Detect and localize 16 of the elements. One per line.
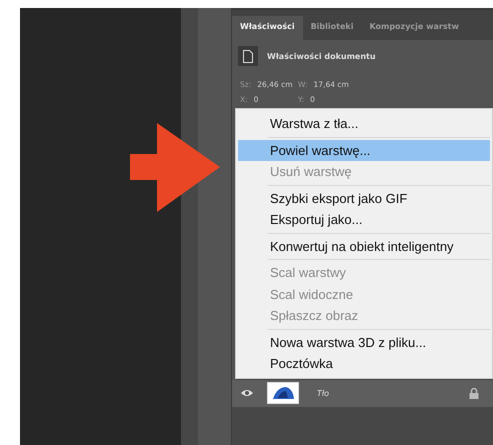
eye-icon[interactable] [241, 389, 253, 397]
layer-row[interactable]: Tło [232, 380, 493, 406]
menu-item[interactable]: Pocztówka [238, 353, 490, 374]
menu-item[interactable]: Eksportuj jako... [238, 209, 490, 230]
menu-item[interactable]: Konwertuj na obiekt inteligentny [238, 236, 490, 257]
menu-item[interactable]: Nowa warstwa 3D z pliku... [238, 332, 490, 353]
menu-item[interactable]: Powiel warstwę... [238, 140, 490, 161]
layer-name: Tło [317, 388, 330, 398]
tab[interactable]: Biblioteki [302, 16, 362, 40]
document-icon [238, 46, 258, 66]
tab[interactable]: Kompozycje warstw [361, 16, 467, 40]
arrow-icon [130, 123, 222, 213]
tab[interactable]: Właściwości [232, 16, 303, 40]
panel-heading: Właściwości dokumentu [267, 52, 376, 60]
menu-item[interactable]: Warstwa z tła... [238, 113, 490, 134]
menu-item[interactable]: Szybki eksport jako GIF [238, 188, 490, 209]
